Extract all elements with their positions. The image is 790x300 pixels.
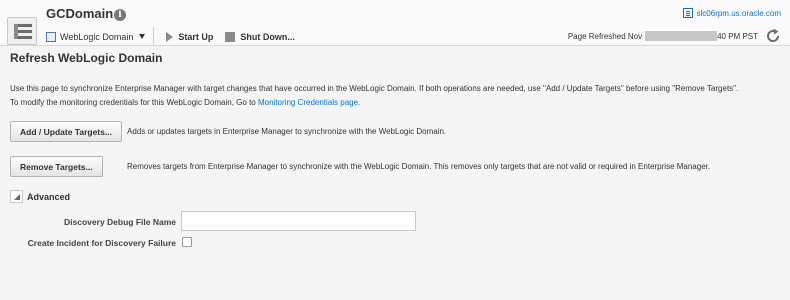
- remove-targets-button[interactable]: Remove Targets...: [10, 156, 103, 177]
- debug-file-input[interactable]: [181, 211, 416, 231]
- info-icon[interactable]: i: [114, 9, 126, 21]
- chevron-down-icon[interactable]: [139, 34, 146, 39]
- add-update-targets-button[interactable]: Add / Update Targets...: [10, 121, 122, 142]
- page-title: Refresh WebLogic Domain: [10, 51, 163, 65]
- start-up-button[interactable]: Start Up: [166, 31, 213, 42]
- target-title: GCDomain: [46, 6, 114, 21]
- description-line-2: To modify the monitoring credentials for…: [10, 96, 780, 110]
- hamburger-list-icon: [14, 24, 32, 39]
- stop-icon: [225, 31, 236, 42]
- host-name[interactable]: slc06rpm.us.oracle.com: [697, 9, 781, 18]
- target-menu-label[interactable]: WebLogic Domain: [60, 32, 133, 42]
- advanced-label[interactable]: Advanced: [27, 192, 70, 202]
- create-incident-checkbox[interactable]: [182, 237, 192, 247]
- page-refreshed-status: Page Refreshed Nov 40 PM PST: [568, 31, 758, 41]
- page-description: Use this page to synchronize Enterprise …: [10, 82, 780, 110]
- navigation-menu-button[interactable]: [7, 17, 37, 45]
- description-line-2-text: To modify the monitoring credentials for…: [10, 98, 256, 107]
- page-header: GCDomain i slc06rpm.us.oracle.com WebLog…: [0, 0, 790, 46]
- create-incident-label: Create Incident for Discovery Failure: [27, 238, 176, 248]
- host-icon: [682, 8, 693, 18]
- add-update-targets-description: Adds or updates targets in Enterprise Ma…: [127, 127, 447, 136]
- refresh-icon[interactable]: [765, 28, 781, 44]
- disclosure-triangle-icon[interactable]: [10, 190, 23, 203]
- advanced-section-toggle[interactable]: Advanced: [10, 190, 70, 203]
- play-icon: [166, 31, 174, 42]
- shut-down-button[interactable]: Shut Down...: [225, 31, 295, 42]
- description-line-1: Use this page to synchronize Enterprise …: [10, 84, 739, 93]
- start-up-label[interactable]: Start Up: [178, 32, 213, 42]
- host-link[interactable]: slc06rpm.us.oracle.com: [682, 8, 781, 18]
- refresh-suffix: 40 PM PST: [717, 31, 758, 41]
- remove-targets-description: Removes targets from Enterprise Manager …: [127, 162, 711, 171]
- refresh-prefix: Page Refreshed Nov: [567, 31, 643, 41]
- debug-file-label: Discovery Debug File Name: [64, 217, 176, 227]
- redacted-timestamp: [645, 31, 718, 41]
- shut-down-label[interactable]: Shut Down...: [240, 32, 295, 42]
- monitoring-credentials-link[interactable]: Monitoring Credentials page.: [258, 98, 360, 107]
- target-menu[interactable]: WebLogic Domain: [46, 27, 155, 46]
- weblogic-domain-icon: [46, 31, 56, 42]
